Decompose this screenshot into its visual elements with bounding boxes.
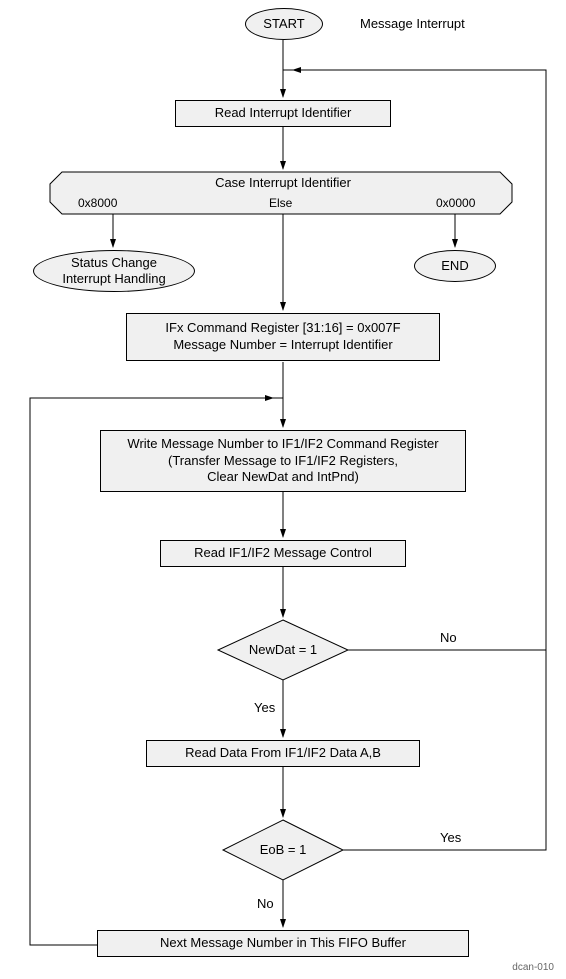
case-right-label: 0x0000 bbox=[436, 196, 475, 210]
status-change-l1: Status Change bbox=[71, 255, 157, 271]
write-cmd-box: Write Message Number to IF1/IF2 Command … bbox=[100, 430, 466, 492]
eob-text: EoB = 1 bbox=[256, 842, 310, 857]
write-l1: Write Message Number to IF1/IF2 Command … bbox=[127, 436, 438, 453]
footer-id: dcan-010 bbox=[512, 962, 554, 973]
ifx-l2: Message Number = Interrupt Identifier bbox=[173, 337, 392, 354]
status-change-node: Status Change Interrupt Handling bbox=[33, 250, 195, 292]
read-ctrl-box: Read IF1/IF2 Message Control bbox=[160, 540, 406, 567]
next-msg-box: Next Message Number in This FIFO Buffer bbox=[97, 930, 469, 957]
end-label: END bbox=[441, 258, 468, 274]
write-l3: Clear NewDat and IntPnd) bbox=[207, 469, 359, 486]
eob-no-label: No bbox=[257, 896, 274, 911]
eob-yes-label: Yes bbox=[440, 830, 461, 845]
newdat-text: NewDat = 1 bbox=[248, 642, 318, 657]
start-node: START bbox=[245, 8, 323, 40]
ifx-l1: IFx Command Register [31:16] = 0x007F bbox=[165, 320, 400, 337]
case-title: Case Interrupt Identifier bbox=[160, 175, 406, 190]
title-label: Message Interrupt bbox=[360, 16, 465, 31]
newdat-no-label: No bbox=[440, 630, 457, 645]
read-data-box: Read Data From IF1/IF2 Data A,B bbox=[146, 740, 420, 767]
case-mid-label: Else bbox=[269, 196, 292, 210]
ifx-box: IFx Command Register [31:16] = 0x007F Me… bbox=[126, 313, 440, 361]
read-ctrl-text: Read IF1/IF2 Message Control bbox=[194, 545, 372, 562]
next-msg-text: Next Message Number in This FIFO Buffer bbox=[160, 935, 406, 952]
read-interrupt-box: Read Interrupt Identifier bbox=[175, 100, 391, 127]
read-data-text: Read Data From IF1/IF2 Data A,B bbox=[185, 745, 381, 762]
write-l2: (Transfer Message to IF1/IF2 Registers, bbox=[168, 453, 398, 470]
case-left-label: 0x8000 bbox=[78, 196, 117, 210]
status-change-l2: Interrupt Handling bbox=[62, 271, 165, 287]
start-label: START bbox=[263, 16, 304, 32]
end-node: END bbox=[414, 250, 496, 282]
newdat-yes-label: Yes bbox=[254, 700, 275, 715]
read-interrupt-text: Read Interrupt Identifier bbox=[215, 105, 352, 122]
